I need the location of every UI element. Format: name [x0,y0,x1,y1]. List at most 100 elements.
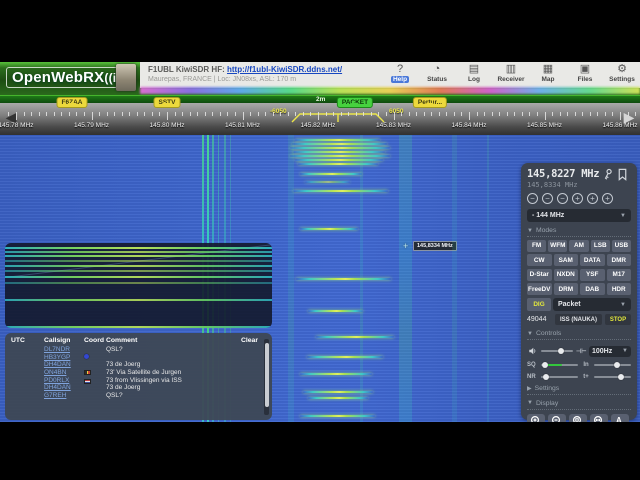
scale-tick [197,112,199,116]
callsign-link[interactable]: DL7NDR [44,346,70,353]
nav-status[interactable]: ◔ Status [421,63,453,83]
mode-ysf[interactable]: YSF [580,268,605,281]
log-row: PD0RLX 73 from Vlissingen via ISS [11,376,266,385]
scale-tick [280,112,282,116]
scale-tick [333,112,335,116]
waterfall-carrier-stripe [288,135,294,422]
mode-nxdn[interactable]: NXDN [553,268,578,281]
nav-receiver[interactable]: ▥ Receiver [495,63,527,83]
callsign-link[interactable]: DH4DAN [44,361,71,368]
svg-text:A: A [616,416,622,422]
scale-tick [310,112,312,116]
nav-map[interactable]: ▦ Map [532,63,564,83]
scale-tick [612,112,614,116]
bookmark-packet[interactable]: PACKET [336,97,374,108]
zoom-full-button[interactable] [590,413,608,422]
mode-hdr[interactable]: HDR [606,283,631,295]
zoom-out-button[interactable] [548,413,566,422]
decoder-stop-button[interactable]: STOP [605,314,631,325]
mode-sam[interactable]: SAM [553,254,578,266]
freq-step-up-button[interactable]: + [602,193,613,204]
scale-tick [453,112,455,116]
freq-step-down-button[interactable]: − [557,193,568,204]
mode-dstar[interactable]: D-Star [527,268,552,281]
packet-burst-trace [303,391,373,393]
log-header-callsign: Callsign [44,337,71,344]
log-clear-button[interactable]: Clear [241,337,258,344]
callsign-link[interactable]: ON4BN [44,369,66,376]
key-icon[interactable] [601,168,614,181]
scale-tick [408,112,410,116]
scale-tick [514,112,516,116]
receiver-url-link[interactable]: http://f1ubl-KiwiSDR.ddns.net/ [227,65,342,74]
section-modes[interactable]: ▼ Modes [527,227,631,237]
scale-tick [68,112,70,116]
scale-tick [219,112,221,116]
tuning-step-select[interactable]: 100Hz ▼ [589,345,631,357]
callsign-link[interactable]: G7REH [44,392,66,399]
mode-dab[interactable]: DAB [580,283,605,295]
nav-help[interactable]: ? Help [384,63,416,83]
log-scrollbar[interactable] [264,339,269,415]
scale-tick [476,112,478,116]
frequency-scale[interactable]: ◀ ▶ -6050 6050 145.78 MHz 145.79 MHz 145.8… [0,103,640,135]
volume-slider[interactable] [541,348,573,354]
dig-mode-button[interactable]: DIG [527,298,551,311]
waterfall-max-slider[interactable] [594,362,631,368]
waterfall-auto-slider[interactable] [594,373,631,380]
section-display[interactable]: ▼ Display [527,400,631,410]
satellite-target-button[interactable]: ISS (NAUKA) [555,314,602,325]
mode-usb[interactable]: USB [611,239,632,252]
freq-step-down-button[interactable]: − [542,193,553,204]
zoom-selection-button[interactable] [569,413,587,422]
mode-freedv[interactable]: FreeDV [527,283,552,295]
callsign-link[interactable]: DH4DAN [44,384,71,391]
packet-burst-trace [300,415,375,417]
band-select[interactable]: - 144 MHz ▼ [527,209,631,222]
mode-data[interactable]: DATA [580,254,605,266]
nav-settings[interactable]: ⚙ Settings [606,63,638,83]
mode-m17[interactable]: M17 [606,268,631,281]
scale-tick [446,112,448,116]
waterfall-auto-adjust-button[interactable]: A [611,413,629,422]
scale-tick [234,112,236,116]
bookmark-pertur[interactable]: Pertur... [412,97,448,108]
scale-tick [438,112,440,116]
nav-log[interactable]: ▤ Log [458,63,490,83]
freq-step-up-button[interactable]: + [587,193,598,204]
section-settings[interactable]: ▶ Settings [527,385,631,395]
magnifier-arrows-icon [593,416,602,422]
zoom-in-button[interactable] [527,413,545,422]
noise-reduction-slider[interactable] [541,373,578,380]
log-scrollbar-thumb[interactable] [264,343,269,407]
bookmark-f6zaa[interactable]: F6ZAA [56,97,88,108]
mode-drm[interactable]: DRM [553,283,578,295]
tuned-frequency-display[interactable]: 145,8227 MHz [527,168,600,180]
freq-step-down-button[interactable]: − [527,193,538,204]
bookmark-icon[interactable] [616,168,629,181]
packet-burst-trace [293,151,385,153]
openwebrx-app: OpenWebRX((i)) F1UBL KiwiSDR HF: http://… [0,62,640,422]
mode-dmr[interactable]: DMR [606,254,631,266]
squelch-slider[interactable] [541,362,578,368]
nav-files[interactable]: ▣ Files [569,63,601,83]
mode-lsb[interactable]: LSB [590,239,610,252]
log-comment: 73 de Joerg [106,361,141,369]
packet-burst-trace [295,139,380,141]
audio-burst-trace [5,282,272,284]
callsign-link[interactable]: PD0RLX [44,377,69,384]
mode-cw[interactable]: CW [527,254,552,266]
mode-am[interactable]: AM [569,239,589,252]
mode-wfm[interactable]: WFM [548,239,568,252]
speaker-icon[interactable] [527,347,538,355]
section-controls[interactable]: ▼ Controls [527,330,631,340]
waterfall-carrier-stripe [452,135,457,422]
mode-fm[interactable]: FM [527,239,547,252]
digital-mode-select[interactable]: Packet ▼ [553,298,631,311]
top-nav: ? Help ◔ Status ▤ Log ▥ Receiver ▦ Map ▣ Files ⚙ Sett… [384,63,638,83]
freq-step-up-button[interactable]: + [572,193,583,204]
scale-frequency-label: 145.84 MHz [451,122,487,129]
bookmark-sstv[interactable]: SSTV [153,97,181,108]
scale-tick [250,112,252,116]
callsign-link[interactable]: HB3YGP [44,354,70,361]
